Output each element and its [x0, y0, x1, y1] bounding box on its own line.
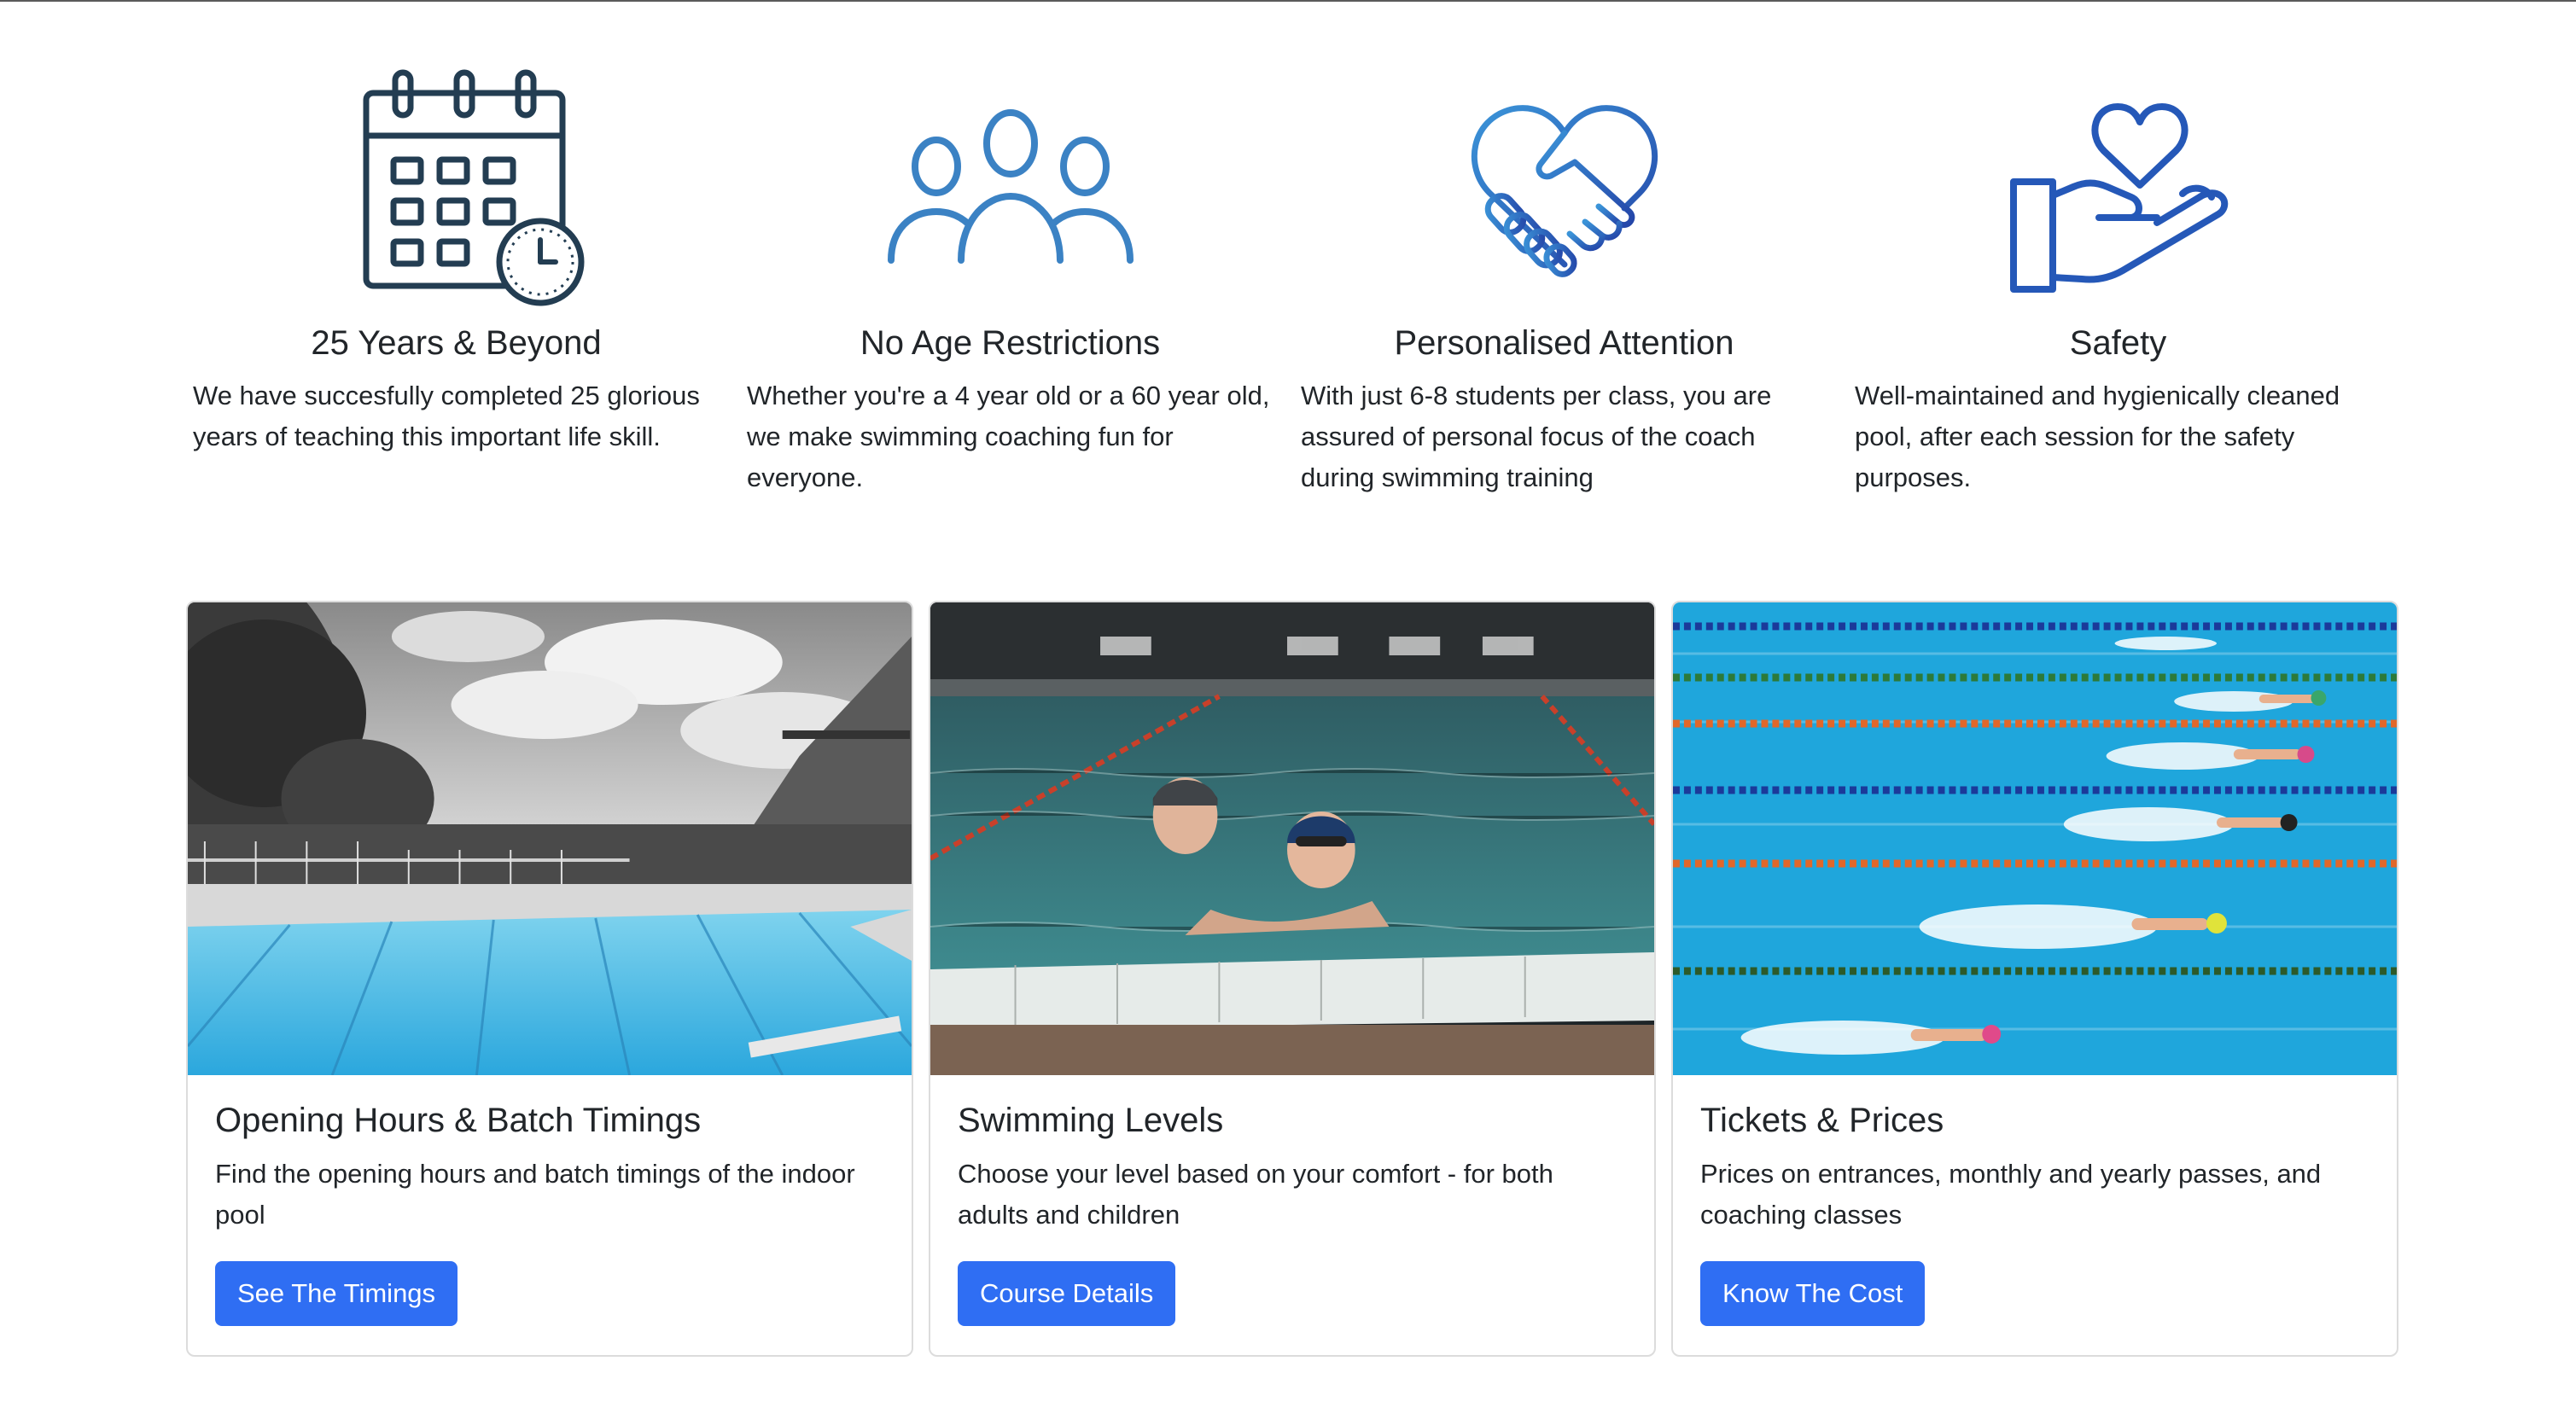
card-title: Tickets & Prices [1700, 1102, 1944, 1139]
card-levels: Swimming Levels Choose your level based … [929, 601, 1656, 1357]
know-cost-button[interactable]: Know The Cost [1700, 1261, 1926, 1326]
feature-title: No Age Restrictions [860, 324, 1161, 362]
feature-experience: 25 Years & Beyond We have succesfully co… [179, 60, 733, 498]
course-details-button[interactable]: Course Details [958, 1261, 1176, 1326]
see-timings-button[interactable]: See The Timings [215, 1261, 458, 1326]
feature-description: Whether you're a 4 year old or a 60 year… [747, 381, 1270, 492]
card-description: Choose your level based on your comfort … [958, 1159, 1553, 1230]
top-divider [0, 0, 2576, 2]
cards-row: Opening Hours & Batch Timings Find the o… [186, 601, 2400, 1357]
feature-description: Well-maintained and hygienically cleaned… [1855, 381, 2340, 492]
card-description: Find the opening hours and batch timings… [215, 1159, 855, 1230]
outdoor-pool-photo [188, 602, 912, 1075]
feature-description: We have succesfully completed 25 gloriou… [193, 381, 700, 451]
card-timings: Opening Hours & Batch Timings Find the o… [186, 601, 913, 1357]
competition-pool-photo [1673, 602, 2397, 1075]
features-row: 25 Years & Beyond We have succesfully co… [179, 60, 2395, 498]
hand-heart-icon [2009, 103, 2228, 293]
group-people-icon [887, 109, 1134, 264]
feature-safety: Safety Well-maintained and hygienically … [1841, 60, 2395, 498]
handshake-heart-icon [1471, 105, 1658, 277]
card-title: Opening Hours & Batch Timings [215, 1102, 702, 1139]
feature-age: No Age Restrictions Whether you're a 4 y… [733, 60, 1287, 498]
card-description: Prices on entrances, monthly and yearly … [1700, 1159, 2322, 1230]
feature-description: With just 6-8 students per class, you ar… [1301, 381, 1772, 492]
feature-title: 25 Years & Beyond [311, 324, 602, 362]
card-prices: Tickets & Prices Prices on entrances, mo… [1671, 601, 2398, 1357]
indoor-pool-swimmers-photo [930, 602, 1654, 1075]
card-title: Swimming Levels [958, 1102, 1224, 1139]
feature-title: Personalised Attention [1394, 324, 1734, 362]
calendar-clock-icon [363, 69, 584, 306]
feature-attention: Personalised Attention With just 6-8 stu… [1287, 60, 1841, 498]
feature-title: Safety [2069, 324, 2167, 362]
